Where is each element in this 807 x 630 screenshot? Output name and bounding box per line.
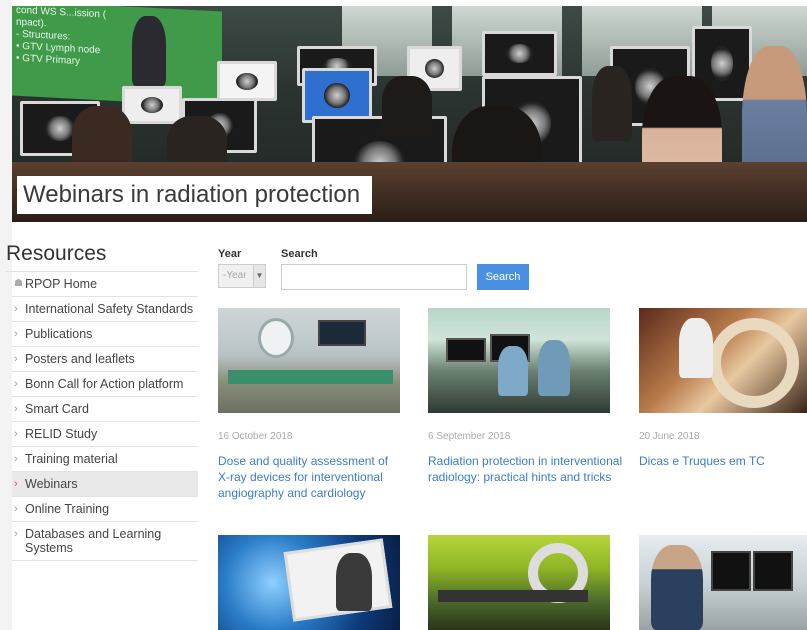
- webinar-thumbnail[interactable]: [639, 308, 807, 413]
- projector-slide-text: cond WS S...ission ( npact). - Structure…: [16, 6, 107, 68]
- sidebar-item-label: Training material: [25, 452, 118, 466]
- sidebar-item-label: Publications: [25, 327, 93, 341]
- sidebar-item-rpop-home[interactable]: ☗ RPOP Home: [12, 272, 198, 297]
- monitor: [217, 61, 277, 101]
- sidebar-item-smart-card[interactable]: › Smart Card: [12, 397, 198, 422]
- presenter: [132, 16, 166, 86]
- chevron-right-icon: ›: [14, 403, 18, 415]
- home-icon: ☗: [14, 278, 23, 289]
- card-title-link[interactable]: Dose and quality assessment of X-ray dev…: [218, 453, 398, 501]
- hero-banner: cond WS S...ission ( npact). - Structure…: [12, 6, 807, 222]
- projector-slide: cond WS S...ission ( npact). - Structure…: [12, 6, 222, 107]
- chevron-right-icon: ›: [14, 353, 18, 365]
- year-select-value: -Year: [223, 270, 247, 281]
- page: cond WS S...ission ( npact). - Structure…: [6, 0, 807, 630]
- monitor: [318, 320, 366, 346]
- sidebar-item-bonn-call-for-action[interactable]: › Bonn Call for Action platform: [12, 372, 198, 397]
- sidebar-item-online-training[interactable]: › Online Training: [12, 497, 198, 522]
- card-date: 16 October 2018: [218, 431, 293, 442]
- treatment-couch: [438, 590, 588, 602]
- search-button[interactable]: Search: [477, 264, 529, 290]
- sidebar-item-label: RELID Study: [25, 427, 98, 441]
- year-label: Year: [218, 248, 242, 260]
- attendee: [382, 76, 432, 136]
- chevron-right-icon: ›: [14, 378, 18, 390]
- page-title: Webinars in radiation protection: [17, 176, 373, 214]
- webinar-thumbnail[interactable]: [428, 535, 610, 630]
- webinar-thumbnail[interactable]: [428, 308, 610, 413]
- monitor: [446, 338, 486, 362]
- chevron-right-icon: ›: [14, 478, 18, 490]
- sidebar-item-label: Smart Card: [25, 402, 89, 416]
- chevron-right-icon: ›: [14, 428, 18, 440]
- monitor: [122, 86, 182, 124]
- operating-table: [228, 370, 393, 384]
- sidebar-item-label: Bonn Call for Action platform: [25, 377, 184, 391]
- search-input[interactable]: [281, 264, 467, 290]
- sidebar-item-label: Databases and Learning Systems: [25, 527, 162, 555]
- staff-member: [498, 346, 528, 396]
- doctor: [651, 545, 703, 630]
- card-title-link[interactable]: Radiation protection in interventional r…: [428, 453, 628, 485]
- webinar-thumbnail[interactable]: [218, 535, 400, 630]
- chevron-right-icon: ›: [14, 328, 18, 340]
- monitor: [302, 68, 372, 123]
- chevron-right-icon: ›: [14, 528, 18, 540]
- attendee: [592, 66, 632, 141]
- chevron-right-icon: ›: [14, 453, 18, 465]
- sidebar-item-training-material[interactable]: › Training material: [12, 447, 198, 472]
- sidebar-item-relid-study[interactable]: › RELID Study: [12, 422, 198, 447]
- year-select[interactable]: -Year ▼: [218, 264, 266, 288]
- doctor: [336, 553, 372, 611]
- sidebar-heading: Resources: [6, 240, 198, 272]
- chevron-down-icon: ▼: [253, 265, 265, 287]
- monitor: [753, 551, 793, 591]
- sidebar-item-label: Posters and leaflets: [25, 352, 135, 366]
- card-date: 20 June 2018: [639, 431, 700, 442]
- resources-sidebar: Resources ☗ RPOP Home › International Sa…: [6, 240, 198, 561]
- sidebar-item-publications[interactable]: › Publications: [12, 322, 198, 347]
- card-date: 6 September 2018: [428, 431, 511, 442]
- sidebar-item-international-safety-standards[interactable]: › International Safety Standards: [12, 297, 198, 322]
- monitor: [482, 31, 557, 76]
- sidebar-item-label: RPOP Home: [25, 277, 98, 291]
- staff-member: [679, 318, 713, 378]
- search-label: Search: [281, 248, 318, 260]
- sidebar-item-webinars[interactable]: › Webinars: [12, 472, 198, 497]
- card-title-link[interactable]: Dicas e Truques em TC: [639, 453, 804, 469]
- xray-device: [258, 318, 294, 358]
- monitor: [711, 551, 751, 591]
- chevron-right-icon: ›: [14, 503, 18, 515]
- webinar-thumbnail[interactable]: [218, 308, 400, 413]
- staff-member: [538, 340, 570, 396]
- sidebar-item-label: Webinars: [25, 477, 78, 491]
- sidebar-item-posters-and-leaflets[interactable]: › Posters and leaflets: [12, 347, 198, 372]
- ct-scanner: [709, 318, 799, 408]
- sidebar-item-databases-and-learning-systems[interactable]: › Databases and Learning Systems: [12, 522, 198, 561]
- sidebar-item-label: Online Training: [25, 502, 110, 516]
- chevron-right-icon: ›: [14, 303, 18, 315]
- sidebar-item-label: International Safety Standards: [25, 302, 194, 316]
- webinar-thumbnail[interactable]: [639, 535, 807, 630]
